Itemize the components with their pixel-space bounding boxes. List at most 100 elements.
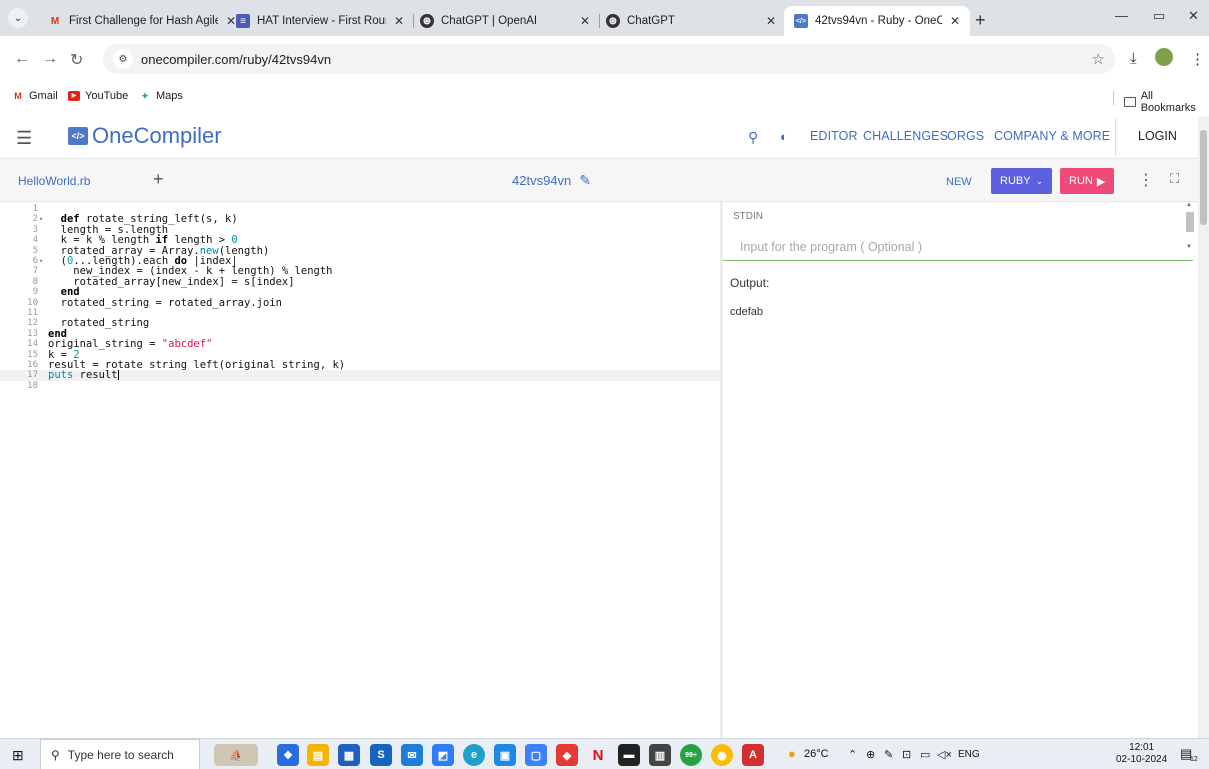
app-window-icon[interactable]: ▢ — [525, 744, 547, 766]
windows-start-icon[interactable]: ⊞ — [12, 747, 24, 764]
menu-kebab-icon[interactable]: ⋮ — [1190, 50, 1205, 68]
add-file-button[interactable]: + — [153, 169, 164, 190]
bookmark-gmail[interactable]: M Gmail — [12, 90, 57, 102]
stdin-input[interactable]: Input for the program ( Optional ) — [740, 240, 922, 254]
pencil-icon[interactable]: ✎ — [579, 172, 591, 189]
whatsapp-icon[interactable]: 99+ — [680, 744, 702, 766]
prime-video-icon[interactable]: ▣ — [494, 744, 516, 766]
nav-orgs[interactable]: ORGS — [947, 129, 984, 143]
tab-title: ChatGPT — [627, 15, 675, 27]
browser-tab[interactable]: ⊛ ChatGPT ✕ — [596, 6, 786, 36]
close-window-icon[interactable]: ✕ — [1188, 8, 1199, 24]
weather-widget-icon[interactable]: ⛵ — [214, 744, 258, 766]
pen-icon[interactable]: ✎ — [884, 748, 893, 761]
login-link[interactable]: LOGIN — [1138, 129, 1177, 143]
bookmark-star-icon[interactable]: ☆ — [1092, 50, 1105, 68]
volume-icon[interactable]: ◁× — [937, 748, 952, 761]
bookmark-youtube[interactable]: ▶ YouTube — [68, 90, 128, 102]
language-indicator[interactable]: ENG — [958, 749, 980, 760]
page-scrollbar[interactable] — [1198, 116, 1209, 738]
address-bar[interactable]: ⚙ onecompiler.com/ruby/42tvs94vn ☆ — [103, 44, 1115, 74]
line-number: 10 — [27, 297, 38, 308]
anydesk-icon[interactable]: ◆ — [556, 744, 578, 766]
new-button[interactable]: NEW — [946, 176, 972, 188]
download-icon[interactable]: ⤓ — [1130, 50, 1137, 67]
nav-challenges[interactable]: CHALLENGES — [863, 129, 948, 143]
bookmark-maps[interactable]: ✦ Maps — [139, 90, 183, 102]
gmail-icon: M — [14, 91, 22, 101]
netflix-icon[interactable]: N — [587, 744, 609, 766]
search-icon[interactable]: ⚲ — [748, 129, 758, 146]
fold-toggle-icon[interactable]: ▾ — [39, 256, 43, 266]
line-number: 8 — [32, 276, 38, 287]
browser-tab[interactable]: ≡ HAT Interview - First Round Pro ✕ — [226, 6, 414, 36]
chatgpt-icon: ⊛ — [606, 14, 620, 28]
browser-tab-active[interactable]: </> 42tvs94vn - Ruby - OneCompile ✕ — [784, 6, 970, 36]
browser-tab[interactable]: ⊛ ChatGPT | OpenAI ✕ — [410, 6, 600, 36]
profile-avatar[interactable] — [1155, 48, 1173, 66]
site-info-icon[interactable]: ⚙ — [113, 49, 133, 69]
code-title[interactable]: 42tvs94vn ✎ — [512, 172, 591, 189]
line-number: 13 — [27, 328, 38, 339]
photos-icon[interactable]: ◩ — [432, 744, 454, 766]
site-logo[interactable]: </> OneCompiler — [68, 123, 222, 149]
hamburger-menu-icon[interactable]: ☰ — [16, 128, 32, 149]
theme-toggle-icon[interactable]: ◐ — [780, 129, 788, 144]
site-header: ☰ </> OneCompiler ⚲ ◐ EDITOR CHALLENGES … — [0, 116, 1198, 158]
youtube-icon: ▶ — [68, 91, 80, 101]
nav-editor[interactable]: EDITOR — [810, 129, 858, 143]
browser-tab[interactable]: M First Challenge for Hash Agile Ir ✕ — [38, 6, 246, 36]
acrobat-icon[interactable]: A — [742, 744, 764, 766]
fullscreen-icon[interactable]: ⛶ — [1170, 171, 1179, 187]
store-icon[interactable]: ▦ — [338, 744, 360, 766]
language-select-button[interactable]: RUBY ⌄ — [991, 168, 1053, 194]
terminal-icon[interactable]: ▬ — [618, 744, 640, 766]
code-line[interactable]: 8 rotated_array[new_index] = s[index] — [0, 276, 720, 288]
taskbar-search[interactable]: ⚲ Type here to search — [40, 739, 200, 769]
close-icon[interactable]: ✕ — [950, 14, 960, 28]
taskbar-clock[interactable]: 12:01 02-10-2024 — [1116, 742, 1167, 766]
reload-icon[interactable]: ↻ — [70, 50, 83, 70]
mail-icon[interactable]: ✉ — [401, 744, 423, 766]
temperature-text[interactable]: 26°C — [804, 748, 829, 760]
more-options-icon[interactable]: ⋮ — [1138, 170, 1154, 190]
code-editor[interactable]: 1 2 ▾ def rotate_string_left(s, k) 3 length… — [0, 202, 720, 738]
dropbox-icon[interactable]: ❖ — [277, 744, 299, 766]
stdin-scrollbar[interactable]: ▲ ▼ — [1183, 202, 1195, 260]
edge-icon[interactable]: e — [463, 744, 485, 766]
nav-company-more[interactable]: COMPANY & MORE — [994, 129, 1110, 143]
code-line[interactable]: 10 rotated_string = rotated_array.join — [0, 297, 720, 308]
header-divider — [1115, 118, 1116, 156]
maximize-icon[interactable]: ▭ — [1153, 8, 1165, 24]
file-tab[interactable]: HelloWorld.rb — [18, 174, 90, 188]
all-bookmarks[interactable]: All Bookmarks — [1124, 90, 1209, 114]
code-line[interactable]: 17 puts result — [0, 370, 720, 381]
code-line[interactable]: 18 — [0, 381, 720, 391]
notification-count: 12 — [1190, 756, 1198, 763]
fold-toggle-icon[interactable]: ▾ — [39, 214, 43, 224]
battery-icon[interactable]: ▭ — [920, 748, 930, 761]
tab-title: 42tvs94vn - Ruby - OneCompile — [815, 15, 942, 27]
tray-chevron-icon[interactable]: ⌃ — [848, 748, 857, 761]
page-scrollbar-thumb[interactable] — [1200, 130, 1207, 225]
code-line[interactable]: 12 rotated_string — [0, 318, 720, 329]
network-icon[interactable]: ⊡ — [902, 748, 911, 761]
app-stack-icon[interactable]: ▥ — [649, 744, 671, 766]
close-icon[interactable]: ✕ — [580, 14, 590, 28]
run-button[interactable]: RUN ▶ — [1060, 168, 1115, 194]
minimize-icon[interactable]: — — [1115, 8, 1128, 23]
chrome-icon[interactable]: ◉ — [711, 744, 733, 766]
line-number: 18 — [27, 380, 38, 391]
close-icon[interactable]: ✕ — [766, 14, 776, 28]
code-line[interactable]: 14 original_string = "abcdef" — [0, 339, 720, 350]
app-s-icon[interactable]: S — [370, 744, 392, 766]
tab-search-icon[interactable]: ⌄ — [8, 8, 28, 28]
new-tab-button[interactable]: + — [975, 10, 986, 31]
play-icon: ▶ — [1096, 175, 1106, 188]
meet-icon[interactable]: ⊕ — [866, 748, 875, 761]
back-icon[interactable]: ← — [14, 50, 30, 68]
file-explorer-icon[interactable]: ▤ — [307, 744, 329, 766]
line-number: 1 — [32, 204, 38, 214]
close-icon[interactable]: ✕ — [394, 14, 404, 28]
forward-icon[interactable]: → — [42, 50, 58, 68]
